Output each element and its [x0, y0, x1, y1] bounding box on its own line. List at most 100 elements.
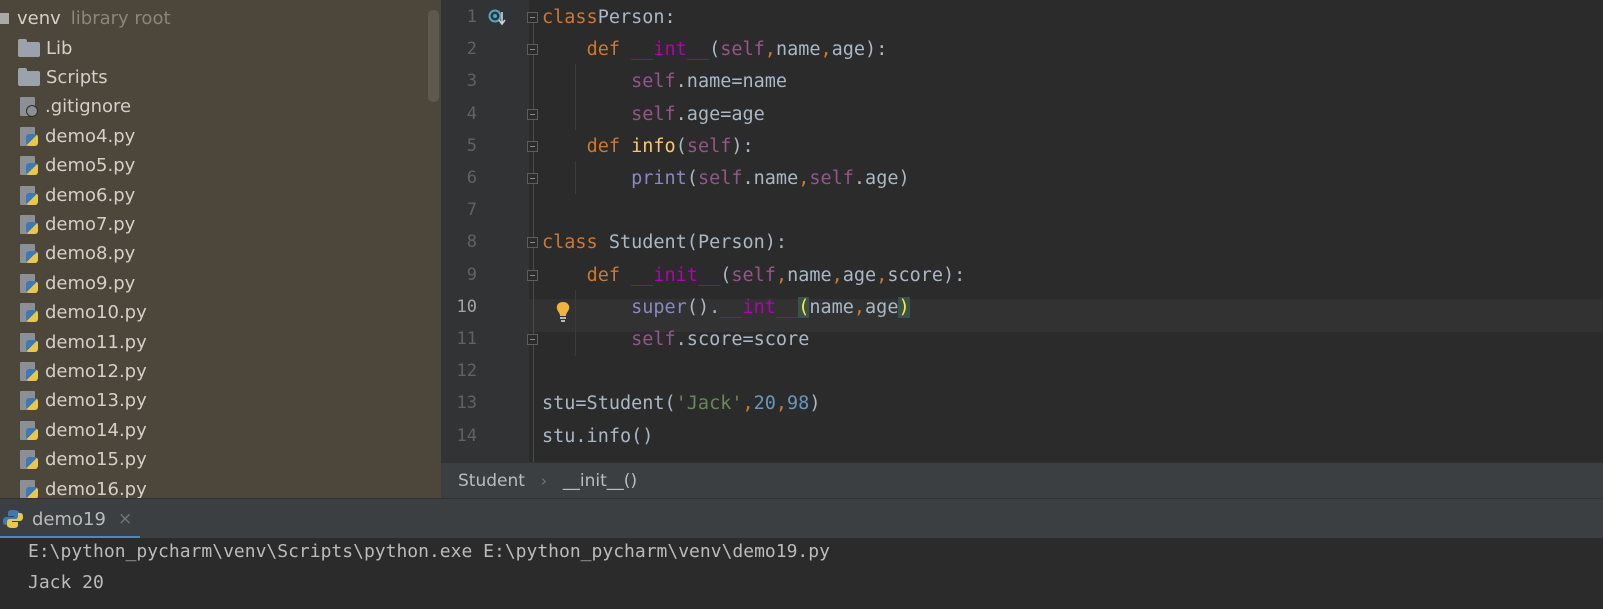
fold-marker-icon[interactable] [527, 237, 538, 249]
tree-item-label: demo5.py [45, 155, 136, 177]
fold-marker-icon[interactable] [527, 334, 538, 345]
code-token: ( [720, 264, 732, 286]
code-token: , [831, 264, 843, 286]
line-number[interactable]: 7 [441, 194, 477, 227]
chevron-right-icon: › [540, 472, 547, 490]
tree-item[interactable]: demo13.py [0, 386, 428, 416]
console-line: E:\python_pycharm\venv\Scripts\python.ex… [28, 541, 830, 562]
code-line: self.age=age [542, 98, 765, 131]
override-method-icon[interactable] [488, 9, 506, 27]
tree-item[interactable]: demo8.py [0, 239, 428, 269]
tree-item[interactable]: demo5.py [0, 151, 428, 181]
code-token: def [586, 264, 632, 286]
tree-item-label: demo16.py [45, 478, 147, 499]
lightbulb-icon[interactable] [555, 301, 571, 323]
folder-icon [18, 67, 40, 86]
code-token: print [631, 168, 687, 189]
fold-marker-icon[interactable] [527, 140, 538, 152]
code-token: __int__ [720, 296, 799, 318]
python-file-icon [20, 450, 38, 470]
code-token: ( [686, 168, 698, 189]
code-token: ( [709, 39, 721, 61]
run-console[interactable]: E:\python_pycharm\venv\Scripts\python.ex… [0, 538, 1603, 609]
folder-icon [18, 38, 40, 57]
code-line: def __init__(self,name,age,score): [542, 259, 966, 292]
line-number[interactable]: 6 [441, 162, 477, 195]
python-file-icon [20, 361, 38, 381]
line-number[interactable]: 4 [441, 98, 477, 131]
ignored-file-icon [20, 97, 38, 118]
tree-item[interactable]: demo4.py [0, 121, 428, 151]
code-token: ) [809, 393, 821, 415]
fold-marker-icon[interactable] [527, 108, 538, 120]
code-token: ( [675, 135, 687, 157]
console-line: Jack 20 [28, 572, 104, 593]
module-root-icon [0, 12, 9, 24]
code-token: __init__ [631, 264, 721, 286]
code-token: super [631, 296, 687, 318]
code-token: __int__ [631, 39, 710, 61]
code-token: .age=age [675, 103, 765, 125]
line-number[interactable]: 12 [441, 355, 477, 388]
code-token: 20 [753, 393, 776, 415]
line-number[interactable]: 14 [441, 420, 477, 453]
run-tab-demo19[interactable]: demo19 × [0, 499, 140, 539]
line-number[interactable]: 2 [441, 33, 477, 66]
code-line: print(self.name,self.age) [542, 162, 910, 195]
tree-item[interactable]: demo10.py [0, 298, 428, 328]
code-token: class [542, 7, 598, 28]
tree-root-venv[interactable]: venv library root [0, 3, 428, 33]
tree-item[interactable]: demo6.py [0, 180, 428, 210]
line-number[interactable]: 3 [441, 65, 477, 98]
python-file-icon [20, 391, 38, 411]
tree-item-label: demo13.py [45, 390, 147, 412]
code-token: , [742, 393, 754, 415]
fold-marker-icon[interactable] [527, 44, 538, 56]
tree-item[interactable]: Lib [0, 33, 428, 63]
line-number[interactable]: 11 [441, 323, 477, 356]
code-token: self [631, 329, 676, 350]
tree-item[interactable]: demo11.py [0, 327, 428, 357]
tree-item[interactable]: .gitignore [0, 92, 428, 122]
line-number[interactable]: 1 [441, 1, 477, 34]
python-file-icon [20, 185, 38, 205]
tree-item[interactable]: demo15.py [0, 445, 428, 475]
breadcrumb-item-class[interactable]: Student [458, 471, 525, 491]
line-number[interactable]: 5 [441, 130, 477, 163]
code-token: self [631, 103, 676, 125]
code-token: ( [798, 296, 810, 318]
tree-item[interactable]: demo14.py [0, 415, 428, 445]
line-number[interactable]: 9 [441, 259, 477, 292]
tree-item-label: demo12.py [45, 360, 147, 382]
code-line: class Student(Person): [542, 226, 787, 259]
project-scrollbar[interactable] [428, 10, 439, 102]
run-tab-label: demo19 [32, 508, 106, 530]
fold-marker-icon[interactable] [527, 173, 538, 184]
code-token: , [775, 393, 788, 415]
tree-item[interactable]: demo7.py [0, 209, 428, 239]
code-token: self [697, 168, 743, 189]
close-icon[interactable]: × [118, 509, 132, 529]
code-token: name [787, 264, 832, 286]
line-number[interactable]: 8 [441, 226, 477, 259]
code-token: def [586, 39, 632, 61]
tree-root-suffix: library root [70, 7, 171, 29]
tree-item-label: demo14.py [45, 419, 147, 441]
python-file-icon [20, 273, 38, 293]
breadcrumb-item-method[interactable]: __init__() [563, 471, 637, 491]
tree-item[interactable]: Scripts [0, 62, 428, 92]
code-token: self [720, 39, 765, 61]
fold-marker-icon[interactable] [527, 12, 538, 23]
tree-item[interactable]: demo12.py [0, 356, 428, 386]
fold-marker-icon[interactable] [527, 269, 538, 281]
code-token: , [820, 39, 832, 61]
code-line: self.name=name [542, 65, 787, 98]
line-number[interactable]: 13 [441, 387, 477, 420]
tree-item[interactable]: demo9.py [0, 268, 428, 298]
tree-item[interactable]: demo16.py [0, 474, 428, 498]
line-number[interactable]: 10 [441, 291, 477, 324]
